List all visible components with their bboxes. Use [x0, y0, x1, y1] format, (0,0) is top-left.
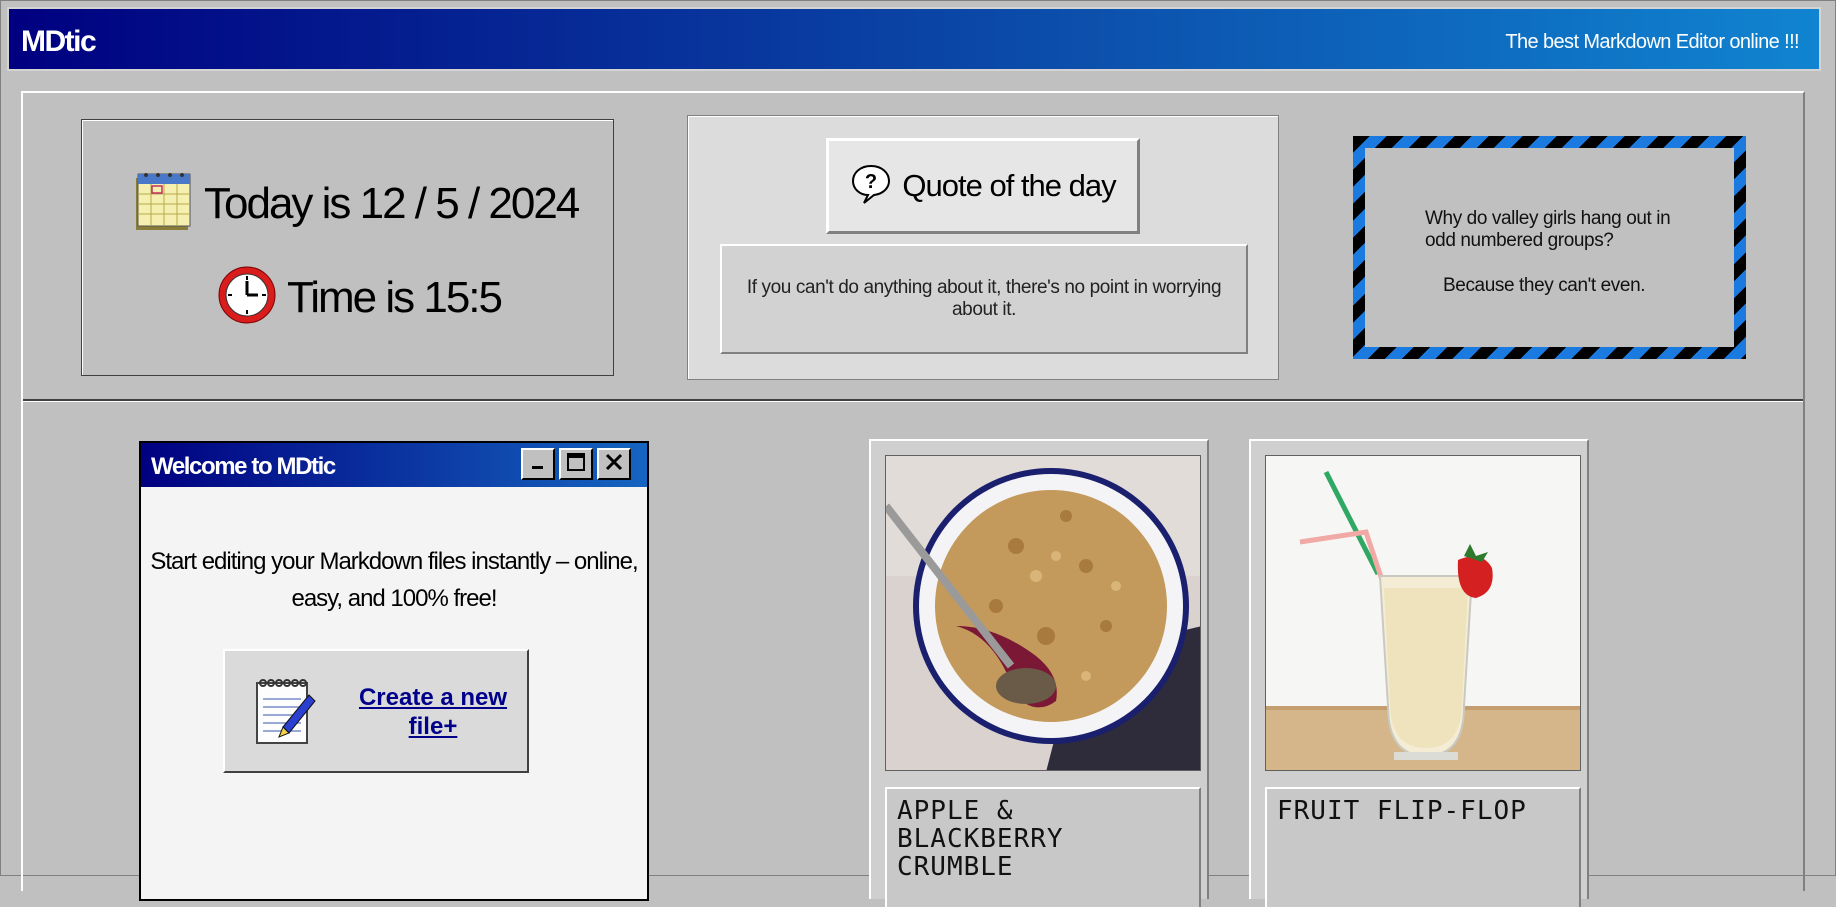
clock-icon: [217, 265, 277, 330]
joke-panel: Why do valley girls hang out in odd numb…: [1353, 136, 1746, 359]
recipe-card[interactable]: APPLE & BLACKBERRY CRUMBLE: [869, 439, 1209, 907]
maximize-button[interactable]: [559, 448, 593, 480]
minimize-icon: [529, 453, 547, 476]
svg-text:?: ?: [865, 171, 877, 193]
date-row: Today is 12 / 5 / 2024: [134, 170, 580, 237]
quote-header: ? Quote of the day: [826, 138, 1140, 234]
create-new-file-label[interactable]: Create a new file+: [353, 683, 513, 741]
minimize-button[interactable]: [521, 448, 555, 480]
recipe-card[interactable]: FRUIT FLIP-FLOP: [1249, 439, 1589, 907]
close-icon: [604, 452, 624, 477]
welcome-window-titlebar[interactable]: Welcome to MDtic: [141, 443, 647, 487]
milkshake-photo[interactable]: [1265, 455, 1581, 771]
joke-question: Why do valley girls hang out in odd numb…: [1425, 208, 1671, 251]
welcome-message: Start editing your Markdown files instan…: [150, 548, 638, 612]
create-new-file-button[interactable]: Create a new file+: [223, 649, 529, 773]
quote-panel: ? Quote of the day If you can't do anyth…: [687, 115, 1279, 380]
app-window: MDtic The best Markdown Editor online !!…: [0, 0, 1836, 907]
notepad-pen-icon: [253, 677, 319, 752]
app-title: MDtic: [21, 25, 97, 58]
quote-title: Quote of the day: [902, 168, 1116, 203]
recipe-title: FRUIT FLIP-FLOP: [1265, 787, 1581, 907]
calendar-icon: [134, 170, 194, 237]
crumble-photo[interactable]: [885, 455, 1201, 771]
quote-text: If you can't do anything about it, there…: [720, 244, 1248, 354]
welcome-window: Welcome to MDtic Start editing your Mark…: [139, 441, 649, 901]
date-time-panel: Today is 12 / 5 / 2024 Time is 15:5: [81, 119, 614, 376]
recipe-title: APPLE & BLACKBERRY CRUMBLE: [885, 787, 1201, 907]
time-row: Time is 15:5: [217, 265, 503, 330]
app-tagline: The best Markdown Editor online !!!: [1505, 31, 1799, 53]
close-button[interactable]: [597, 448, 631, 480]
section-divider-highlight: [23, 401, 1803, 402]
joke-card: Why do valley girls hang out in odd numb…: [1365, 148, 1734, 347]
time-text: Time is 15:5: [287, 272, 503, 322]
maximize-icon: [566, 452, 586, 477]
welcome-window-title: Welcome to MDtic: [151, 453, 336, 480]
joke-answer: Because they can't even.: [1443, 275, 1646, 296]
title-bar: MDtic The best Markdown Editor online !!…: [7, 7, 1821, 71]
date-text: Today is 12 / 5 / 2024: [204, 178, 580, 228]
help-bubble-icon: ?: [850, 163, 892, 210]
